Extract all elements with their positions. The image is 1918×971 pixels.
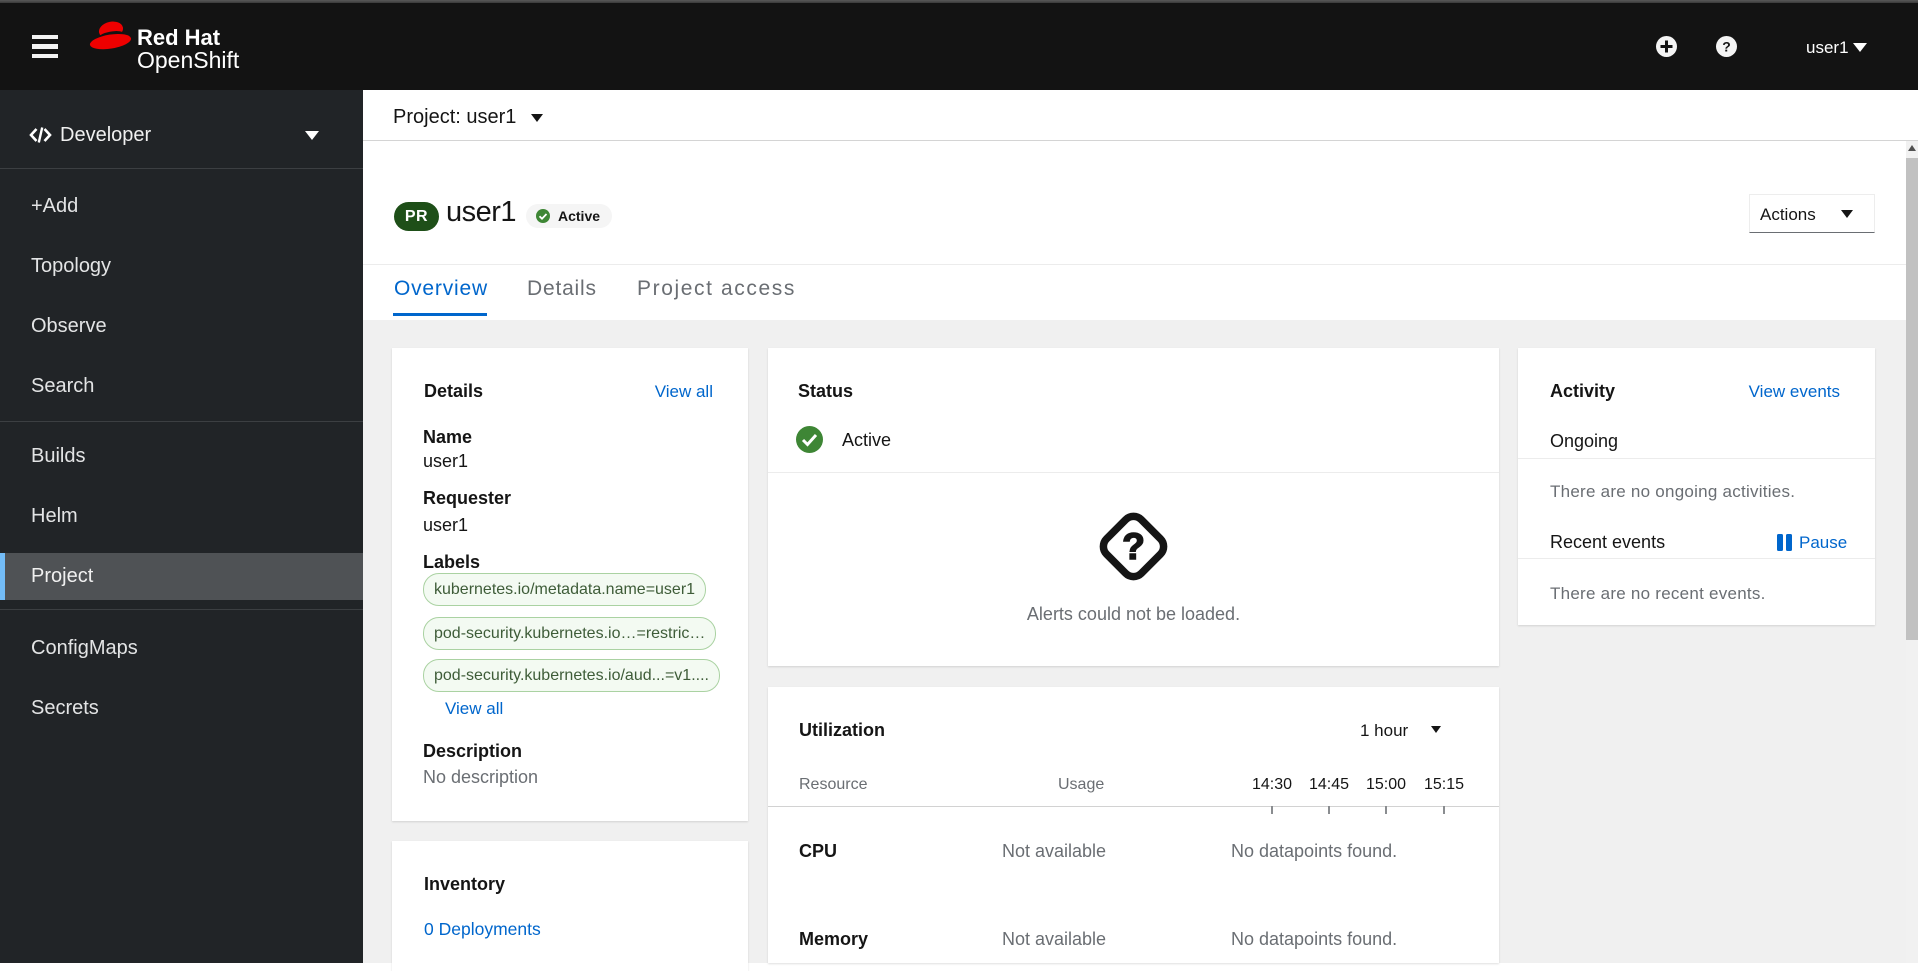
svg-text:?: ? [1722,39,1731,55]
svg-text:?: ? [1122,526,1145,567]
